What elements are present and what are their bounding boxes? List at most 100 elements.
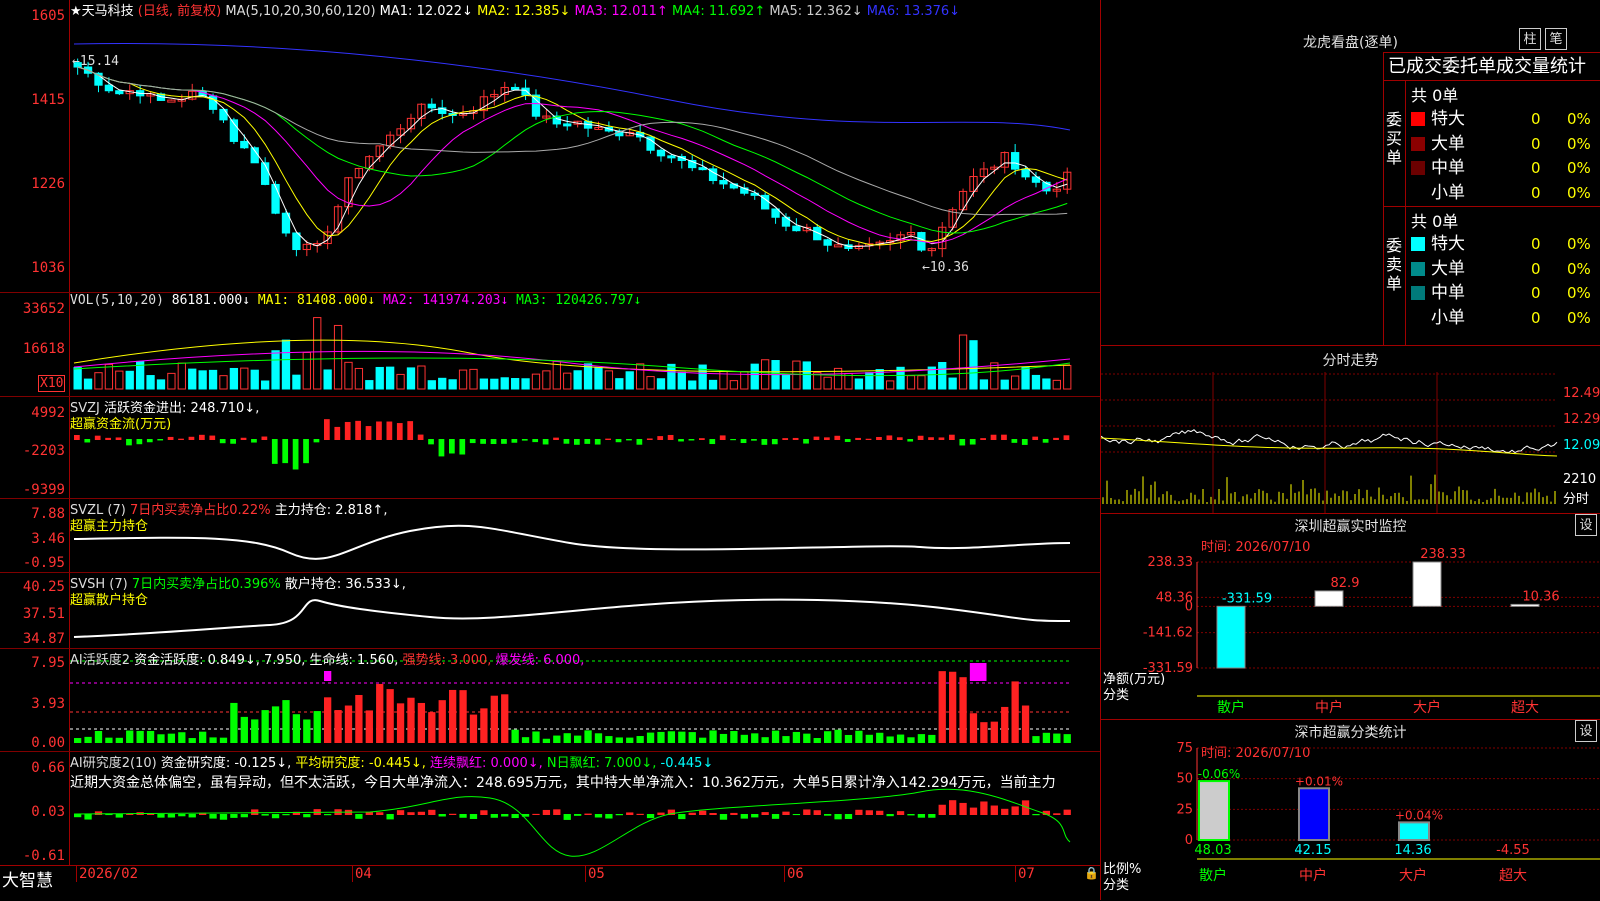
buy-row: 大单 0 0% xyxy=(1411,129,1600,154)
monitor-bar xyxy=(1412,561,1442,607)
research-bar xyxy=(469,814,478,819)
retail-hold-line xyxy=(73,598,1071,638)
stock-name[interactable]: ★天马科技 xyxy=(70,4,134,19)
candle-body xyxy=(521,87,530,96)
volume-header: VOL(5,10,20) 86181.000↓ MA1: 81408.000↓ … xyxy=(70,293,641,308)
sell-row-count: 0 xyxy=(1531,259,1541,278)
lock-icon[interactable]: 🔒 xyxy=(1084,866,1099,880)
volume-bar xyxy=(511,378,520,390)
flow-bar xyxy=(386,421,393,440)
flow-bar xyxy=(615,439,622,443)
volume-bar xyxy=(1011,375,1020,390)
activity-bar xyxy=(126,730,134,743)
volume-bar xyxy=(792,360,801,390)
brand-label[interactable]: 大智慧 xyxy=(2,866,53,891)
research-bar xyxy=(303,814,311,818)
flow-bar xyxy=(824,437,830,440)
intraday-chart[interactable] xyxy=(1101,372,1600,514)
flow-bar xyxy=(928,437,934,440)
monitor-bar-label: 10.36 xyxy=(1522,589,1559,604)
ma-line xyxy=(77,66,1068,247)
monitor-category: 散户 xyxy=(1217,699,1245,716)
research-bar xyxy=(459,814,467,818)
kline-mode[interactable]: (日线, 前复权) xyxy=(138,4,221,19)
buy-row-count: 0 xyxy=(1531,159,1541,177)
flow-bar xyxy=(355,420,361,440)
flow-bar xyxy=(1053,437,1059,440)
research-bar xyxy=(115,814,123,818)
flow-bar xyxy=(396,423,403,440)
volume-bar xyxy=(490,378,499,390)
monitor-bar-label: -331.59 xyxy=(1222,591,1272,606)
volume-bar xyxy=(500,377,509,390)
activity-bar xyxy=(459,690,467,743)
candle-body xyxy=(823,239,832,246)
kline-panel[interactable]: 1605 1415 1226 1036 ★天马科技 (日线, 前复权) MA(5… xyxy=(0,0,1100,293)
x-axis-label: 2026/02 xyxy=(76,866,138,882)
bar-mode-button[interactable]: 柱 xyxy=(1519,28,1541,50)
research-bar xyxy=(865,810,873,815)
research-bar xyxy=(907,814,915,816)
flow-bar xyxy=(459,439,466,455)
research-bar xyxy=(1001,808,1009,815)
research-bar xyxy=(917,814,926,818)
buy-row-percent: 0% xyxy=(1567,159,1591,177)
volume-bar xyxy=(386,366,395,390)
candle-body xyxy=(792,225,801,232)
research-bar xyxy=(511,814,519,819)
activity-bar xyxy=(501,694,509,743)
flow-bar xyxy=(792,437,799,440)
activity-bar xyxy=(355,694,363,743)
svsh-tick: 37.51 xyxy=(22,606,65,622)
ai-research-tick: -0.61 xyxy=(22,848,65,864)
activity-bar xyxy=(428,712,436,743)
classify-ytick: 75 xyxy=(1176,741,1193,756)
research-bar xyxy=(844,814,853,819)
activity-bar xyxy=(74,738,82,743)
flow-bar xyxy=(1011,439,1018,443)
research-bar xyxy=(594,814,603,818)
research-bar xyxy=(449,813,457,815)
volume-bar xyxy=(323,369,332,390)
activity-bar xyxy=(324,697,332,743)
research-bar xyxy=(261,814,269,816)
flow-bar xyxy=(917,435,924,440)
flow-bar xyxy=(699,438,705,440)
price-tick: 1226 xyxy=(31,176,65,192)
classify-value-label: 14.36 xyxy=(1394,843,1431,858)
classify-change-label: +0.01% xyxy=(1295,774,1343,788)
buy-total: 共 0单 xyxy=(1411,86,1459,105)
candle-body xyxy=(167,99,176,103)
svzj-panel[interactable]: 4992 -2203 -9399 SVZJ 活跃资金进出: 248.710↓, … xyxy=(0,397,1100,499)
kline-chart[interactable] xyxy=(70,0,1100,293)
volume-chart[interactable] xyxy=(70,293,1100,397)
research-bar xyxy=(646,814,655,819)
volume-panel[interactable]: 33652 16618 X10 VOL(5,10,20) 86181.000↓ … xyxy=(0,293,1100,397)
svsh-hold: 散户持仓: 36.533↓, xyxy=(284,577,406,592)
ai-activity-panel[interactable]: 7.95 3.93 0.00 AI活跃度2 资金活跃度: 0.849↓, 7.9… xyxy=(0,649,1100,752)
tick-mode-button[interactable]: 笔 xyxy=(1545,28,1567,50)
flow-bar xyxy=(553,437,559,440)
flow-bar xyxy=(730,439,736,441)
volume-bar xyxy=(583,363,593,390)
activity-bar xyxy=(657,731,665,743)
activity-bar xyxy=(709,730,717,743)
flow-bar xyxy=(834,435,841,440)
svzl-panel[interactable]: 7.88 3.46 -0.95 SVZL (7) 7日内买卖净占比0.22% 主… xyxy=(0,499,1100,573)
volume-bar xyxy=(708,379,718,390)
monitor-ytick: -141.62 xyxy=(1143,626,1193,641)
activity-bar xyxy=(84,736,92,743)
buy-row-name: 中单 xyxy=(1431,158,1465,178)
classify-value-label: -4.55 xyxy=(1496,843,1530,858)
ai-research-panel[interactable]: 0.66 0.03 -0.61 AI研究度2(10) 资金研究度: -0.125… xyxy=(0,752,1100,865)
activity-bar xyxy=(584,730,592,743)
sell-row-count: 0 xyxy=(1531,308,1541,327)
dragon-tabs[interactable]: 已成交委托单成交量统计 xyxy=(1383,52,1600,81)
sell-row-count: 0 xyxy=(1531,284,1541,302)
legend-swatch-icon xyxy=(1411,161,1425,175)
activity-bar xyxy=(303,719,311,743)
intraday-panel[interactable]: 分时走势 12.49 12.29 12.09 2210 分时 xyxy=(1100,345,1600,514)
activity-bar xyxy=(553,735,561,743)
activity-bar xyxy=(574,735,582,743)
svsh-panel[interactable]: 40.25 37.51 34.87 SVSH (7) 7日内买卖净占比0.396… xyxy=(0,573,1100,649)
